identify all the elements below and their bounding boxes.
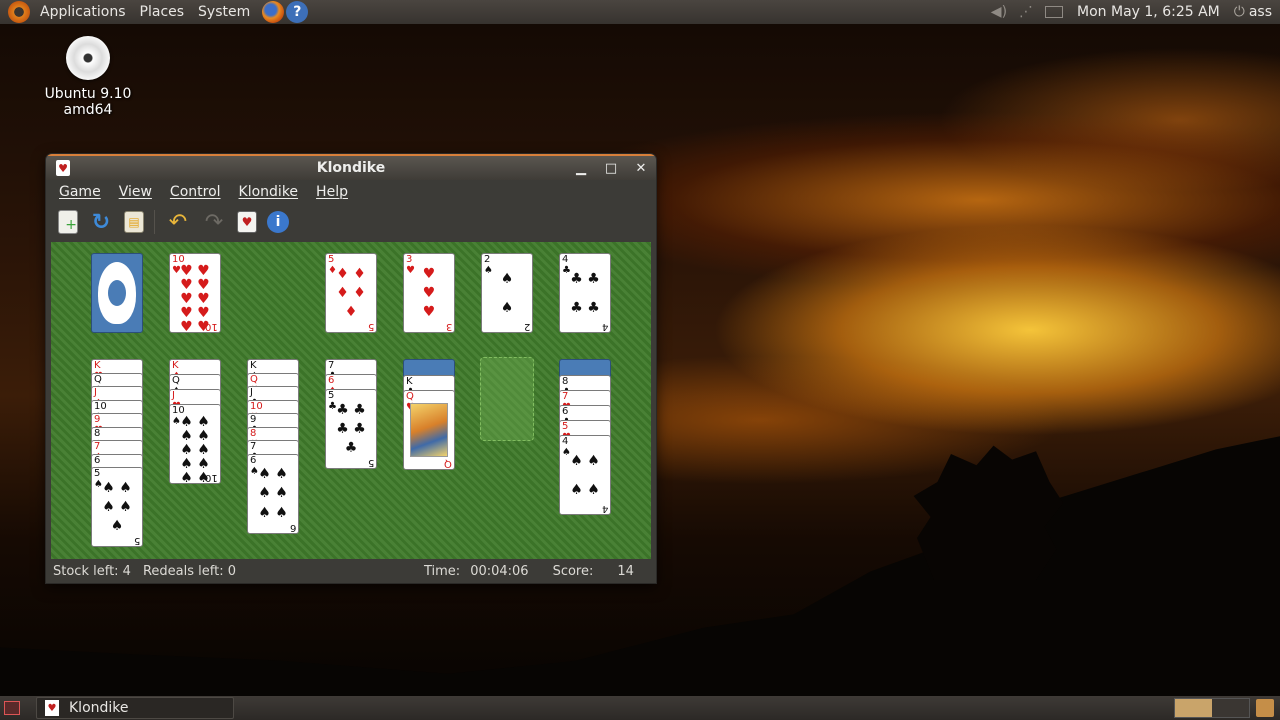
tableau-card[interactable]: Q ♥Q xyxy=(403,390,455,470)
menu-view[interactable]: View xyxy=(114,184,157,200)
tableau-empty-slot[interactable] xyxy=(480,357,534,441)
stock-left: Stock left: 4 xyxy=(53,563,131,579)
redo-icon[interactable]: ↷ xyxy=(201,209,227,235)
volume-icon[interactable]: ◀) xyxy=(991,4,1007,20)
menu-places[interactable]: Places xyxy=(136,4,189,20)
app-icon: ♥ xyxy=(45,700,59,716)
workspace-2[interactable] xyxy=(1212,699,1249,717)
tableau-card[interactable]: 5 ♠ ♠ ♠ ♠ ♠ ♠ 5 xyxy=(91,467,143,547)
network-icon[interactable]: ⋰ xyxy=(1019,4,1033,20)
menu-game[interactable]: Game xyxy=(54,184,106,200)
bottom-panel: ♥ Klondike xyxy=(0,696,1280,720)
show-desktop-icon[interactable] xyxy=(4,701,20,715)
undo-icon[interactable]: ↶ xyxy=(165,209,191,235)
score-label: Score: xyxy=(552,563,594,579)
trash-icon[interactable] xyxy=(1256,699,1274,717)
clock[interactable]: Mon May 1, 6:25 AM xyxy=(1077,4,1220,20)
menu-klondike[interactable]: Klondike xyxy=(234,184,304,200)
toolbar-separator xyxy=(154,210,155,234)
cd-icon xyxy=(66,36,110,80)
close-button[interactable]: ✕ xyxy=(626,161,656,176)
workspace-switcher[interactable] xyxy=(1174,698,1250,718)
menubar: Game View Control Klondike Help xyxy=(46,180,656,204)
workspace-1[interactable] xyxy=(1175,699,1212,717)
maximize-button[interactable]: □ xyxy=(596,161,626,176)
menu-applications[interactable]: Applications xyxy=(36,4,130,20)
tableau-card[interactable]: 5 ♣ ♣ ♣ ♣ ♣ ♣ 5 xyxy=(325,389,377,469)
mail-icon[interactable] xyxy=(1045,6,1064,18)
toolbar: + ↻ ▤ ↶ ↷ ♥ i xyxy=(46,204,656,240)
user-name[interactable]: ass xyxy=(1249,4,1272,20)
waste-pile[interactable]: 10 ♥ ♥ ♥ ♥ ♥ ♥ ♥ ♥ ♥ ♥ ♥ 10 xyxy=(169,253,221,333)
statusbar: Stock left: 4 Redeals left: 0 Time: 00:0… xyxy=(46,559,656,583)
new-game-icon[interactable]: + xyxy=(58,210,78,234)
tableau-card[interactable]: 6 ♠ ♠ ♠ ♠ ♠ ♠ ♠ 6 xyxy=(247,453,299,534)
about-icon[interactable]: i xyxy=(267,211,289,233)
window-controls: ▁ □ ✕ xyxy=(566,161,656,176)
foundation-pile[interactable]: 3 ♥ ♥ ♥ ♥ 3 xyxy=(403,253,455,333)
help-icon[interactable]: ? xyxy=(286,1,309,23)
desktop-icon-cd[interactable]: Ubuntu 9.10 amd64 xyxy=(20,36,156,118)
taskbar-item-klondike[interactable]: ♥ Klondike xyxy=(36,697,234,719)
panel-indicators: ◀) ⋰ Mon May 1, 6:25 AM ⏻ ass xyxy=(991,4,1280,20)
klondike-window: ♥ Klondike ▁ □ ✕ Game View Control Klond… xyxy=(46,154,656,583)
foundation-pile[interactable]: 5 ♦ ♦ ♦ ♦ ♦ ♦ 5 xyxy=(325,253,377,333)
time-label: Time: xyxy=(423,563,461,579)
statistics-icon[interactable]: ▤ xyxy=(124,211,144,233)
stock-pile[interactable] xyxy=(91,253,143,333)
window-titlebar[interactable]: ♥ Klondike ▁ □ ✕ xyxy=(46,154,656,180)
tableau-card[interactable]: 10 ♠ ♠ ♠ ♠ ♠ ♠ ♠ ♠ ♠ ♠ ♠ 10 xyxy=(169,404,221,484)
gnome-foot-icon xyxy=(98,262,136,324)
firefox-icon[interactable] xyxy=(262,1,285,23)
top-panel: Applications Places System ? ◀) ⋰ Mon Ma… xyxy=(0,0,1280,24)
redeals-left: Redeals left: 0 xyxy=(142,563,236,579)
taskbar-label: Klondike xyxy=(69,700,129,716)
game-area[interactable]: 10 ♥ ♥ ♥ ♥ ♥ ♥ ♥ ♥ ♥ ♥ ♥ 10 5 ♦ ♦ ♦ ♦ ♦ ♦ 5 3 ♥ ♥ ♥ ♥ 3 2 ♠ ♠ ♠ 2 4 … xyxy=(51,242,651,560)
ubuntu-logo-icon[interactable] xyxy=(8,1,30,23)
menu-help[interactable]: Help xyxy=(311,184,353,200)
window-title: Klondike xyxy=(316,160,386,176)
background-tree xyxy=(913,445,1064,580)
menu-system[interactable]: System xyxy=(194,4,254,20)
foundation-pile[interactable]: 2 ♠ ♠ ♠ 2 xyxy=(481,253,533,333)
score-value: 14 xyxy=(617,563,634,579)
minimize-button[interactable]: ▁ xyxy=(566,161,596,176)
foundation-pile[interactable]: 4 ♣ ♣ ♣ ♣ ♣ 4 xyxy=(559,253,611,333)
power-icon[interactable]: ⏻ xyxy=(1234,4,1245,20)
deal-icon[interactable]: ♥ xyxy=(237,211,257,233)
restart-icon[interactable]: ↻ xyxy=(88,209,114,235)
desktop-icon-label: Ubuntu 9.10 amd64 xyxy=(44,86,132,118)
tableau-card[interactable]: 4 ♠ ♠ ♠ ♠ ♠ 4 xyxy=(559,435,611,515)
menu-control[interactable]: Control xyxy=(165,184,226,200)
time-value: 00:04:06 xyxy=(470,563,529,579)
